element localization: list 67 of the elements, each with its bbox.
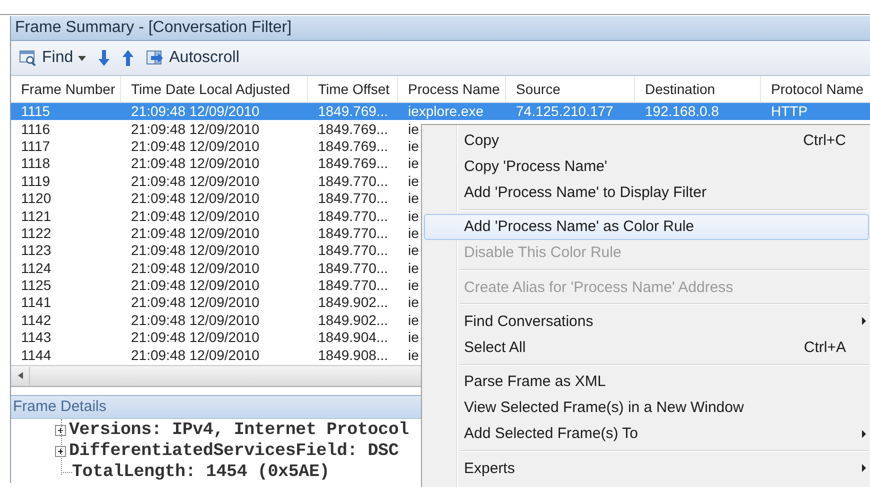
table-cell: 21:09:48 12/09/2010 bbox=[131, 260, 260, 276]
table-cell: 21:09:48 12/09/2010 bbox=[131, 242, 260, 258]
table-cell: 1143 bbox=[21, 329, 52, 346]
table-cell: 1849.769... bbox=[318, 138, 388, 154]
table-cell: 21:09:48 12/09/2010 bbox=[131, 294, 260, 310]
table-cell: 1849.769... bbox=[318, 155, 388, 172]
table-cell: 1118 bbox=[21, 155, 50, 172]
table-cell: ie bbox=[408, 294, 419, 310]
table-cell: 1124 bbox=[21, 260, 52, 276]
table-cell: ie bbox=[408, 224, 419, 241]
table-cell: 21:09:48 12/09/2010 bbox=[131, 120, 260, 137]
table-cell: 21:09:48 12/09/2010 bbox=[131, 155, 260, 172]
shortcut-text: Ctrl+A bbox=[804, 338, 846, 356]
table-cell: 1121 bbox=[21, 208, 52, 224]
table-cell: 21:09:48 12/09/2010 bbox=[131, 346, 260, 363]
table-cell: 21:09:48 12/09/2010 bbox=[131, 224, 260, 241]
table-cell: ie bbox=[408, 312, 419, 328]
table-cell: 21:09:48 12/09/2010 bbox=[131, 277, 260, 294]
table-cell: 1849.769... bbox=[318, 120, 388, 137]
table-cell: ie bbox=[408, 329, 419, 346]
table-cell: 1849.769... bbox=[318, 103, 388, 120]
table-cell: 21:09:48 12/09/2010 bbox=[131, 190, 260, 206]
table-cell: ie bbox=[408, 190, 419, 206]
table-cell: 1123 bbox=[21, 242, 52, 258]
table-cell: 21:09:48 12/09/2010 bbox=[131, 103, 260, 120]
table-cell: 1125 bbox=[21, 277, 52, 294]
table-cell: 1115 bbox=[21, 103, 50, 120]
table-cell: 1119 bbox=[21, 172, 50, 189]
table-cell: 1849.908... bbox=[318, 346, 388, 363]
table-cell: ie bbox=[408, 346, 419, 363]
table-cell: 1849.770... bbox=[318, 224, 388, 241]
panel-title: Frame Summary - [Conversation Filter] bbox=[15, 19, 292, 37]
table-cell: 1122 bbox=[21, 224, 52, 241]
table-cell: 21:09:48 12/09/2010 bbox=[131, 208, 260, 224]
table-cell: 1849.770... bbox=[318, 277, 388, 294]
table-cell: 1849.902... bbox=[318, 312, 388, 328]
table-cell: 1849.770... bbox=[318, 172, 388, 189]
table-cell: ie bbox=[408, 208, 419, 224]
table-cell: 21:09:48 12/09/2010 bbox=[131, 329, 260, 346]
table-cell: 1144 bbox=[21, 346, 52, 363]
table-cell: 1117 bbox=[21, 138, 50, 154]
table-cell: 21:09:48 12/09/2010 bbox=[131, 312, 260, 328]
table-cell: HTTP bbox=[771, 103, 808, 120]
table-cell: 1849.902... bbox=[318, 294, 388, 310]
table-cell: 1141 bbox=[21, 294, 52, 310]
table-cell: 1849.770... bbox=[318, 242, 388, 258]
table-cell: 1120 bbox=[21, 190, 52, 206]
table-cell: 74.125.210.177 bbox=[516, 103, 614, 120]
table-cell: ie bbox=[408, 172, 419, 189]
table-cell: ie bbox=[408, 155, 419, 172]
table-cell: 1142 bbox=[21, 312, 52, 328]
table-cell: iexplore.exe bbox=[408, 103, 484, 120]
table-cell: 1849.904... bbox=[318, 329, 388, 346]
table-cell: 1849.770... bbox=[318, 260, 388, 276]
table-cell: 1849.770... bbox=[318, 190, 388, 206]
table-cell: 21:09:48 12/09/2010 bbox=[131, 138, 260, 154]
table-cell: ie bbox=[408, 277, 419, 294]
table-cell: 192.168.0.8 bbox=[645, 103, 719, 120]
table-cell: 21:09:48 12/09/2010 bbox=[131, 172, 260, 189]
table-cell: ie bbox=[408, 138, 419, 154]
table-cell: ie bbox=[408, 260, 419, 276]
table-cell: 1116 bbox=[21, 120, 50, 137]
details-title: Frame Details bbox=[13, 398, 106, 416]
table-cell: ie bbox=[408, 120, 419, 137]
shortcut-text: Ctrl+C bbox=[803, 132, 846, 149]
table-cell: 1849.770... bbox=[318, 208, 388, 224]
table-cell: ie bbox=[408, 242, 419, 258]
